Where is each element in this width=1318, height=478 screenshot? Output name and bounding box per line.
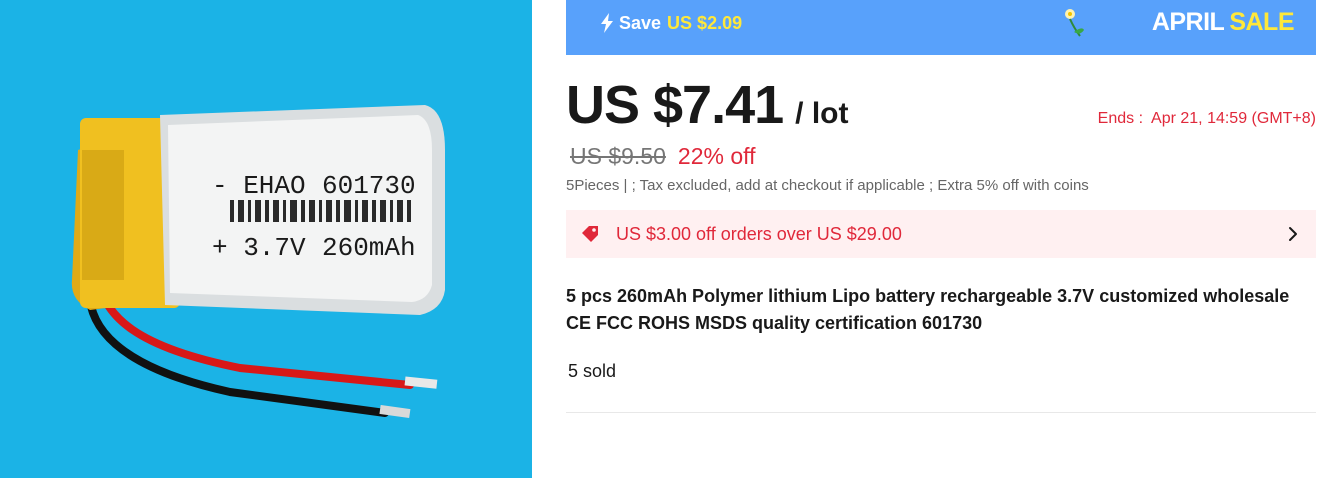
save-label: Save	[619, 12, 662, 33]
battery-label-line2-left: + 3.7V	[212, 233, 306, 263]
current-price: US $7.41	[566, 75, 784, 135]
save-block: Save US $2.09	[600, 11, 742, 35]
discount-badge: 22% off	[677, 142, 756, 169]
april-word: APRIL	[1151, 8, 1225, 36]
price-row: US $7.41 / lot	[566, 74, 848, 136]
coupon-bar[interactable]: US $3.00 off orders over US $29.00	[566, 210, 1316, 258]
battery-photo: - EHAO 601730 + 3.7V 260mAh	[0, 0, 532, 478]
sold-count: 5 sold	[568, 361, 617, 381]
product-image[interactable]: - EHAO 601730 + 3.7V 260mAh	[0, 0, 532, 478]
april-sale-label: APRIL SALE	[1151, 8, 1295, 37]
ends-time: Apr 21, 14:59 (GMT+8)	[1151, 110, 1316, 127]
battery-label-line2-right: 260mAh	[322, 233, 416, 263]
ends-label: Ends :	[1097, 110, 1144, 127]
flower-icon	[1065, 9, 1084, 37]
price-unit: / lot	[795, 97, 849, 130]
coupon-text: US $3.00 off orders over US $29.00	[616, 223, 902, 244]
chevron-right-icon[interactable]	[1288, 226, 1298, 242]
sale-banner[interactable]: Save US $2.09 APRIL SALE	[566, 0, 1316, 55]
sale-end-time: Ends : Apr 21, 14:59 (GMT+8)	[1098, 110, 1316, 128]
original-price: US $9.50	[570, 142, 666, 169]
battery-label-line1-right: 601730	[322, 171, 416, 201]
tax-info: 5Pieces | ; Tax excluded, add at checkou…	[566, 177, 1089, 194]
divider	[566, 412, 1316, 413]
battery-label-line1-left: - EHAO	[212, 171, 306, 201]
original-price-row: US $9.50 22% off	[570, 140, 756, 172]
tag-icon	[582, 226, 598, 242]
sale-word: SALE	[1229, 8, 1294, 36]
bolt-icon	[601, 13, 613, 33]
save-amount: US $2.09	[667, 12, 743, 33]
product-title: 5 pcs 260mAh Polymer lithium Lipo batter…	[566, 286, 1290, 333]
